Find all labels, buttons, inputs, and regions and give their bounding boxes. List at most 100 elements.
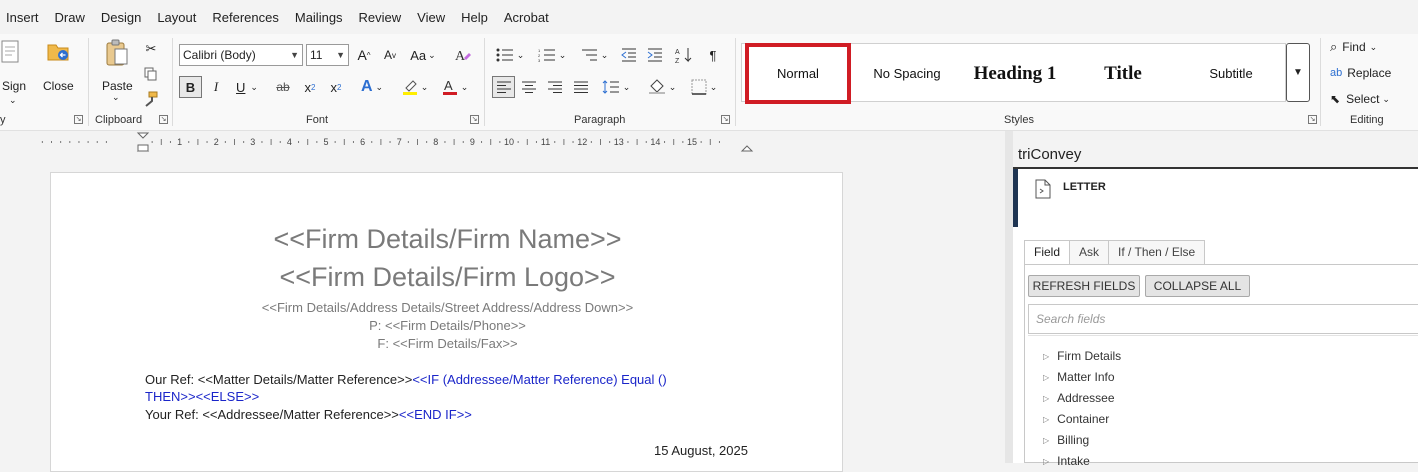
search-fields-input[interactable] bbox=[1028, 304, 1418, 334]
change-case-button[interactable]: Aa ⌄ bbox=[407, 44, 439, 66]
gallery-more-icon[interactable]: ▼ bbox=[1286, 43, 1310, 102]
ruler-ticks: 1 2 3 4 5 6 7 8 9 10 11 12 13 14 15 bbox=[41, 132, 754, 152]
find-button[interactable]: ⌕ Find ⌄ bbox=[1330, 36, 1390, 58]
bold-button[interactable]: B bbox=[179, 76, 202, 98]
style-title[interactable]: Title bbox=[1069, 45, 1177, 102]
your-ref-line[interactable]: Your Ref: <<Addressee/Matter Reference>>… bbox=[145, 407, 472, 422]
font-name-select[interactable]: Calibri (Body) ▼ bbox=[179, 44, 303, 66]
numbering-button[interactable]: 1 2 3 ⌄ bbox=[534, 44, 570, 66]
group-launcher-icon[interactable]: ↘ bbox=[74, 115, 83, 124]
then-else-field[interactable]: THEN>><<ELSE>> bbox=[145, 389, 259, 404]
our-ref-line[interactable]: Our Ref: <<Matter Details/Matter Referen… bbox=[145, 372, 667, 387]
format-painter-icon[interactable] bbox=[141, 88, 161, 110]
subscript-button[interactable]: x2 bbox=[300, 76, 320, 98]
menu-acrobat[interactable]: Acrobat bbox=[504, 10, 549, 25]
align-right-icon[interactable] bbox=[545, 76, 565, 98]
ruler-number: 4 bbox=[287, 137, 292, 147]
copy-icon[interactable] bbox=[141, 63, 161, 85]
font-launcher-icon[interactable]: ↘ bbox=[470, 115, 479, 124]
paste-button[interactable]: Paste bbox=[99, 38, 135, 93]
font-size-select[interactable]: 11 ▼ bbox=[306, 44, 349, 66]
borders-icon bbox=[691, 79, 707, 95]
close-folder-icon bbox=[44, 38, 72, 66]
menu-design[interactable]: Design bbox=[101, 10, 141, 25]
menu-review[interactable]: Review bbox=[359, 10, 402, 25]
italic-button[interactable]: I bbox=[206, 76, 226, 98]
bullets-button[interactable]: ⌄ bbox=[492, 44, 528, 66]
menu-view[interactable]: View bbox=[417, 10, 445, 25]
tree-item-addressee[interactable]: ▷ Addressee bbox=[1043, 391, 1115, 405]
refresh-fields-button[interactable]: REFRESH FIELDS bbox=[1028, 275, 1140, 297]
style-heading-1-label: Heading 1 bbox=[973, 62, 1057, 84]
ruler[interactable]: 1 2 3 4 5 6 7 8 9 10 11 12 13 14 15 bbox=[0, 131, 1005, 153]
tree-item-intake[interactable]: ▷ Intake bbox=[1043, 454, 1090, 468]
sign-document-icon bbox=[0, 38, 28, 66]
address-field[interactable]: <<Firm Details/Address Details/Street Ad… bbox=[51, 300, 844, 315]
paragraph-launcher-icon[interactable]: ↘ bbox=[721, 115, 730, 124]
line-spacing-button[interactable]: ⌄ bbox=[598, 76, 634, 98]
tree-item-matter-info[interactable]: ▷ Matter Info bbox=[1043, 370, 1115, 384]
select-button[interactable]: ⬉ Select ⌄ bbox=[1330, 88, 1410, 110]
clipboard-launcher-icon[interactable]: ↘ bbox=[159, 115, 168, 124]
tree-item-label: Matter Info bbox=[1057, 370, 1115, 384]
clear-formatting-icon[interactable]: A bbox=[452, 44, 474, 66]
underline-button[interactable]: U ⌄ bbox=[231, 76, 263, 98]
fax-field[interactable]: F: <<Firm Details/Fax>> bbox=[51, 336, 844, 351]
paragraph-group-label: Paragraph bbox=[574, 114, 626, 126]
pane-splitter[interactable] bbox=[1005, 131, 1013, 463]
tab-if-then-else[interactable]: If / Then / Else bbox=[1108, 240, 1206, 264]
align-left-icon[interactable] bbox=[492, 76, 515, 98]
grow-font-button[interactable]: A ^ bbox=[354, 44, 374, 66]
cut-icon[interactable]: ✂ bbox=[141, 38, 161, 60]
align-center-icon[interactable] bbox=[519, 76, 539, 98]
firm-logo-field[interactable]: <<Firm Details/Firm Logo>> bbox=[51, 262, 844, 293]
close-button[interactable]: Close bbox=[38, 38, 78, 93]
menu-references[interactable]: References bbox=[212, 10, 278, 25]
styles-group-label: Styles bbox=[1004, 114, 1034, 126]
tree-item-label: Addressee bbox=[1057, 391, 1115, 405]
sign-button[interactable]: Sign bbox=[0, 38, 28, 93]
style-no-spacing[interactable]: No Spacing bbox=[853, 45, 961, 102]
tree-item-label: Firm Details bbox=[1057, 349, 1122, 363]
letter-date[interactable]: 15 August, 2025 bbox=[654, 443, 748, 458]
document-area[interactable]: <<Firm Details/Firm Name>> <<Firm Detail… bbox=[0, 153, 1005, 472]
decrease-indent-icon[interactable] bbox=[619, 44, 639, 66]
styles-launcher-icon[interactable]: ↘ bbox=[1308, 115, 1317, 124]
firm-name-field[interactable]: <<Firm Details/Firm Name>> bbox=[51, 224, 844, 255]
show-formatting-button[interactable]: ¶ bbox=[703, 44, 723, 66]
paste-chevron-icon[interactable]: ⌄ bbox=[112, 92, 120, 103]
menu-mailings[interactable]: Mailings bbox=[295, 10, 343, 25]
menu-insert[interactable]: Insert bbox=[6, 10, 39, 25]
strikethrough-button[interactable]: ab bbox=[272, 76, 294, 98]
style-normal[interactable]: Normal bbox=[745, 43, 851, 104]
ruler-number: 14 bbox=[650, 137, 660, 147]
text-effects-button[interactable]: A ⌄ bbox=[356, 76, 388, 98]
tree-item-firm-details[interactable]: ▷ Firm Details bbox=[1043, 349, 1121, 363]
justify-icon[interactable] bbox=[571, 76, 591, 98]
svg-text:Z: Z bbox=[675, 58, 680, 64]
style-heading-1[interactable]: Heading 1 bbox=[961, 45, 1069, 102]
style-subtitle[interactable]: Subtitle bbox=[1177, 45, 1285, 102]
superscript-button[interactable]: x2 bbox=[326, 76, 346, 98]
template-card[interactable]: LETTER bbox=[1013, 167, 1418, 227]
style-title-label: Title bbox=[1104, 62, 1142, 84]
font-color-button[interactable]: A ⌄ bbox=[438, 76, 472, 98]
menu-layout[interactable]: Layout bbox=[157, 10, 196, 25]
phone-field[interactable]: P: <<Firm Details/Phone>> bbox=[51, 318, 844, 333]
increase-indent-icon[interactable] bbox=[645, 44, 665, 66]
menu-draw[interactable]: Draw bbox=[55, 10, 85, 25]
borders-button[interactable]: ⌄ bbox=[686, 76, 722, 98]
shrink-font-button[interactable]: Av bbox=[380, 44, 400, 66]
collapse-all-button[interactable]: COLLAPSE ALL bbox=[1145, 275, 1250, 297]
menu-help[interactable]: Help bbox=[461, 10, 488, 25]
tab-ask[interactable]: Ask bbox=[1069, 240, 1110, 264]
tab-field[interactable]: Field bbox=[1024, 240, 1071, 264]
tree-item-container[interactable]: ▷ Container bbox=[1043, 412, 1109, 426]
highlight-color-button[interactable]: ⌄ bbox=[398, 76, 432, 98]
replace-button[interactable]: ab Replace bbox=[1330, 62, 1410, 84]
tree-item-billing[interactable]: ▷ Billing bbox=[1043, 433, 1089, 447]
multilevel-list-button[interactable]: ⌄ bbox=[576, 44, 612, 66]
shading-button[interactable]: ⌄ bbox=[644, 76, 680, 98]
document-page[interactable]: <<Firm Details/Firm Name>> <<Firm Detail… bbox=[50, 172, 843, 472]
sort-icon[interactable]: AZ bbox=[673, 44, 695, 66]
